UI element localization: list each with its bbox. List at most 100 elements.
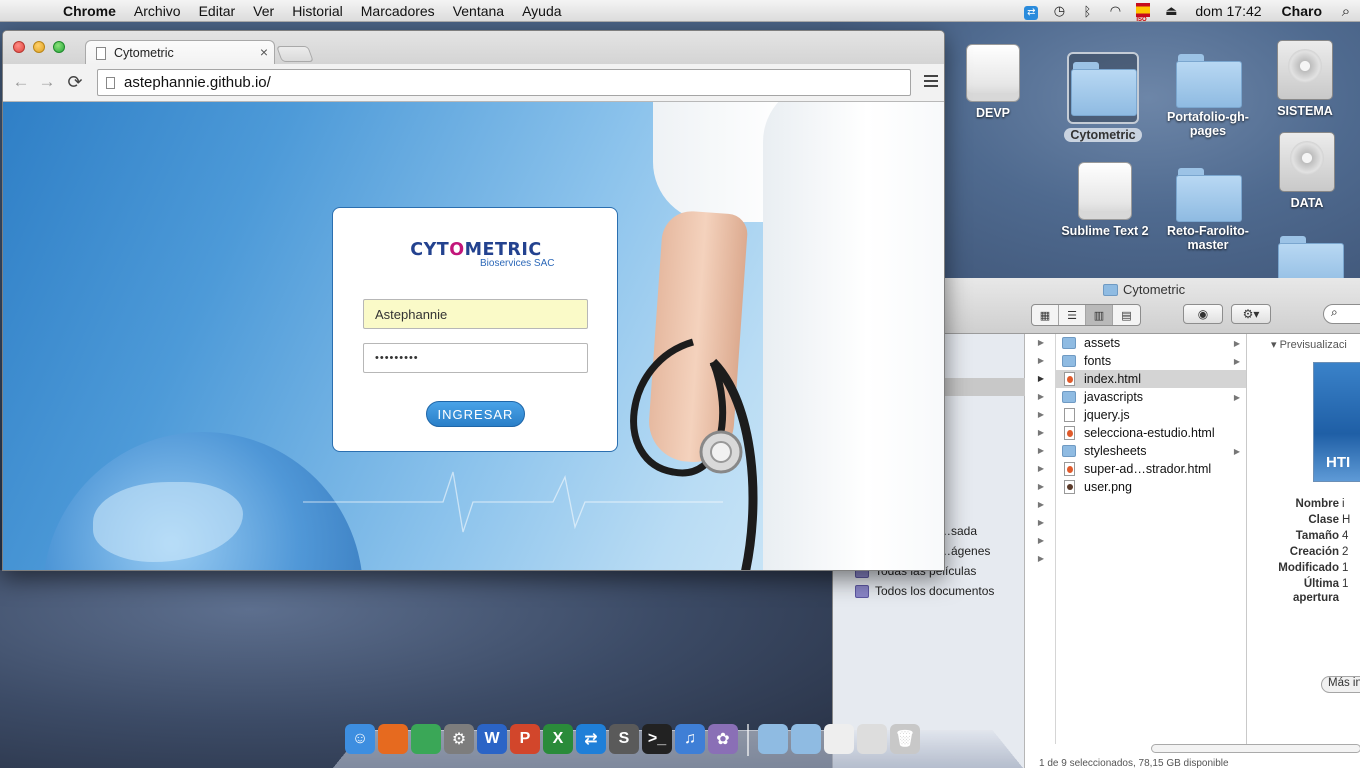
action-menu-button[interactable]: ⚙▾ xyxy=(1231,304,1271,324)
applications-folder-icon[interactable] xyxy=(758,724,788,754)
menu-ayuda[interactable]: Ayuda xyxy=(513,3,570,19)
input-language-flag-icon[interactable]: ISO xyxy=(1129,2,1157,23)
quick-look-button[interactable]: ◉ xyxy=(1183,304,1223,324)
login-button[interactable]: INGRESAR xyxy=(426,401,525,427)
document-icon xyxy=(1064,408,1075,422)
file-row[interactable]: index.html xyxy=(1056,370,1246,388)
scrollbar-thumb[interactable] xyxy=(1151,744,1360,753)
file-row[interactable]: stylesheets ▶ xyxy=(1056,442,1246,460)
reload-button[interactable]: ⟳ xyxy=(63,71,87,93)
menu-app-name[interactable]: Chrome xyxy=(54,3,125,19)
desktop-icon-devp[interactable]: DEVP xyxy=(938,44,1048,120)
smart-folder-icon xyxy=(855,584,869,598)
file-row[interactable]: super-ad…strador.html xyxy=(1056,460,1246,478)
desktop-icon-label: Reto-Farolito-master xyxy=(1167,224,1249,252)
firefox-icon[interactable] xyxy=(378,724,408,754)
file-name: index.html xyxy=(1084,372,1141,386)
search-icon: ⌕ xyxy=(1331,305,1338,319)
username-input[interactable]: Astephannie xyxy=(363,299,588,329)
desktop-icon-data[interactable]: DATA xyxy=(1252,132,1360,210)
image-file-icon xyxy=(1064,480,1075,494)
file-row[interactable]: jquery.js xyxy=(1056,406,1246,424)
folder-icon xyxy=(1062,391,1076,403)
desktop-icon-portafolio[interactable]: Portafolio-gh-pages xyxy=(1153,54,1263,138)
forward-button[interactable]: → xyxy=(35,71,59,93)
menu-marcadores[interactable]: Marcadores xyxy=(352,3,444,19)
preview-pane: ▾ Previsualizaci HTI Nombre i Clase H Tama… xyxy=(1259,334,1360,768)
eject-icon[interactable]: ⏏ xyxy=(1157,3,1185,19)
folder-icon xyxy=(1062,445,1076,457)
chevron-right-icon: ▶ xyxy=(1233,446,1240,456)
document-stack-icon[interactable] xyxy=(824,724,854,754)
sidebar-item-images[interactable]: …ágenes xyxy=(939,544,990,558)
window-close-button[interactable] xyxy=(13,41,25,53)
chrome-icon[interactable] xyxy=(411,724,441,754)
html-file-icon xyxy=(1064,372,1075,386)
file-row[interactable]: javascripts ▶ xyxy=(1056,388,1246,406)
system-preferences-icon[interactable]: ⚙ xyxy=(444,724,474,754)
back-button[interactable]: ← xyxy=(9,71,33,93)
sublime-icon[interactable]: S xyxy=(609,724,639,754)
chevron-right-icon: ▶ xyxy=(1233,338,1240,348)
window-minimize-button[interactable] xyxy=(33,41,45,53)
external-drive-icon xyxy=(966,44,1020,102)
documents-folder-icon[interactable] xyxy=(791,724,821,754)
excel-icon[interactable]: X xyxy=(543,724,573,754)
terminal-icon[interactable]: >_ xyxy=(642,724,672,754)
column-view-button[interactable]: ▥ xyxy=(1086,305,1113,325)
trash-icon[interactable]: 🗑 xyxy=(890,724,920,754)
tab-close-icon[interactable]: × xyxy=(260,44,268,60)
password-input[interactable]: ••••••••• xyxy=(363,343,588,373)
coverflow-view-button[interactable]: ▤ xyxy=(1113,305,1140,325)
file-row[interactable]: selecciona-estudio.html xyxy=(1056,424,1246,442)
desktop-icon-sistema[interactable]: SISTEMA xyxy=(1250,40,1360,118)
more-info-button[interactable]: Más inform xyxy=(1321,676,1360,693)
file-row[interactable]: fonts ▶ xyxy=(1056,352,1246,370)
word-icon[interactable]: W xyxy=(477,724,507,754)
wifi-icon[interactable]: ◠ xyxy=(1101,3,1129,19)
sidebar-item-label: …ágenes xyxy=(939,544,991,558)
chevron-right-icon: ▶ xyxy=(1037,482,1045,491)
time-machine-icon[interactable]: ◷ xyxy=(1045,3,1073,19)
menu-ver[interactable]: Ver xyxy=(244,3,283,19)
chevron-right-icon: ▶ xyxy=(1037,464,1045,473)
file-name: fonts xyxy=(1084,354,1112,368)
menu-editar[interactable]: Editar xyxy=(190,3,245,19)
sidebar-item-label: Todos los documentos xyxy=(875,584,995,598)
window-zoom-button[interactable] xyxy=(53,41,65,53)
gear-icon: ⚙▾ xyxy=(1242,307,1260,321)
file-row[interactable]: user.png xyxy=(1056,478,1246,496)
teamviewer-status-icon[interactable]: ⇄ xyxy=(1017,3,1045,20)
icon-view-button[interactable]: ▦ xyxy=(1032,305,1059,325)
powerpoint-icon[interactable]: P xyxy=(510,724,540,754)
dock-icons: ☺ ⚙ W P X ⇄ S >_ ♫ ✿ 🗑 xyxy=(345,724,920,764)
desktop-icon-cytometric[interactable]: Cytometric xyxy=(1048,52,1158,142)
address-bar[interactable]: astephannie.github.io/ xyxy=(97,69,911,96)
desktop-icon-reto-farolito[interactable]: Reto-Farolito-master xyxy=(1153,168,1263,252)
menu-user[interactable]: Charo xyxy=(1272,3,1332,19)
chrome-menu-button[interactable] xyxy=(924,75,938,90)
menu-archivo[interactable]: Archivo xyxy=(125,3,190,19)
spotlight-search-icon[interactable]: ⌕ xyxy=(1332,3,1360,20)
menu-historial[interactable]: Historial xyxy=(283,3,352,19)
new-tab-button[interactable] xyxy=(276,46,314,62)
downloads-stack-icon[interactable] xyxy=(857,724,887,754)
list-view-button[interactable]: ☰ xyxy=(1059,305,1086,325)
sidebar-item-documents[interactable]: Todos los documentos xyxy=(855,584,994,598)
teamviewer-icon[interactable]: ⇄ xyxy=(576,724,606,754)
tab-cytometric[interactable]: Cytometric × xyxy=(85,40,275,65)
chevron-right-icon: ▶ xyxy=(1037,338,1045,347)
itunes-icon[interactable]: ♫ xyxy=(675,724,705,754)
meta-row: apertura xyxy=(1292,592,1339,604)
finder-search-input[interactable]: ⌕ xyxy=(1323,304,1360,324)
finder-icon[interactable]: ☺ xyxy=(345,724,375,754)
folder-icon xyxy=(1062,355,1076,367)
menu-ventana[interactable]: Ventana xyxy=(444,3,513,19)
horizontal-scrollbar[interactable] xyxy=(1033,742,1360,754)
desktop-icon-sublime[interactable]: Sublime Text 2 xyxy=(1050,162,1160,238)
photo-icon[interactable]: ✿ xyxy=(708,724,738,754)
menu-clock[interactable]: dom 17:42 xyxy=(1185,3,1271,19)
file-name: jquery.js xyxy=(1084,408,1130,422)
file-row[interactable]: assets ▶ xyxy=(1056,334,1246,352)
bluetooth-icon[interactable]: ᛒ xyxy=(1073,4,1101,19)
